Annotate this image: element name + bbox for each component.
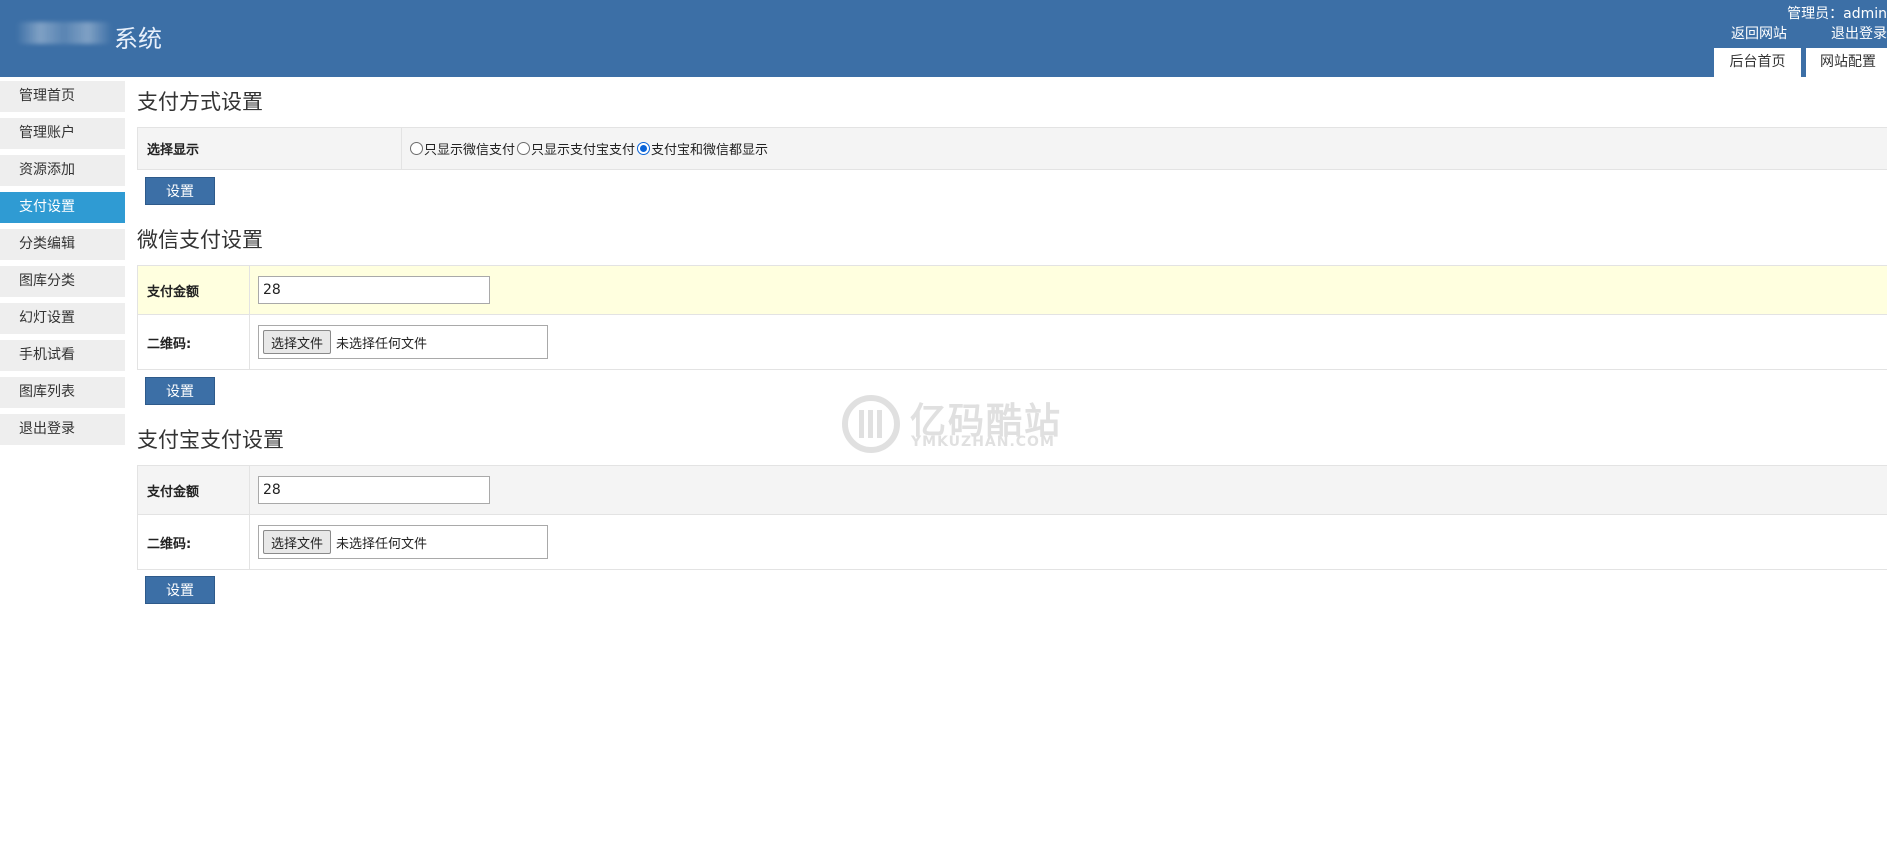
logout-link[interactable]: 退出登录 [1831, 23, 1887, 43]
watermark-logo: 亿码酷站 YMKUZHAN.COM [842, 392, 1060, 457]
wechat-amount-row: 支付金额 [137, 265, 1887, 315]
wechat-amount-input[interactable] [258, 276, 490, 304]
back-to-site-link[interactable]: 返回网站 [1731, 23, 1787, 43]
alipay-qr-cell: 选择文件 未选择任何文件 [250, 515, 1887, 569]
alipay-qr-file-input[interactable]: 选择文件 未选择任何文件 [258, 525, 548, 559]
alipay-qr-row: 二维码: 选择文件 未选择任何文件 [137, 514, 1887, 570]
wechat-qr-cell: 选择文件 未选择任何文件 [250, 315, 1887, 369]
watermark-domain: YMKUZHAN.COM [911, 434, 1055, 450]
radio-wechat-only-dot[interactable] [410, 142, 423, 155]
top-header: 系统 管理员：admin 返回网站 退出登录 后台首页 网站配置 [0, 0, 1887, 77]
wechat-file-status: 未选择任何文件 [336, 336, 428, 352]
payment-method-submit-button[interactable]: 设置 [145, 177, 215, 205]
watermark-emblem-icon [842, 395, 900, 453]
sidebar-item-admin-home[interactable]: 管理首页 [0, 81, 125, 112]
radio-alipay-only-label: 只显示支付宝支付 [531, 143, 636, 158]
wechat-qr-label: 二维码: [138, 315, 250, 369]
alipay-amount-input[interactable] [258, 476, 490, 504]
sidebar-item-gallery-list[interactable]: 图库列表 [0, 377, 125, 408]
alipay-qr-label: 二维码: [138, 515, 250, 569]
radio-both-dot[interactable] [637, 142, 651, 155]
radio-wechat-only-label: 只显示微信支付 [424, 143, 516, 158]
wechat-submit-button[interactable]: 设置 [145, 377, 215, 405]
payment-method-row: 选择显示 只显示微信支付 只显示支付宝支付 支付宝和微信都显示 [137, 127, 1887, 170]
radio-wechat-only[interactable]: 只显示微信支付 [410, 139, 515, 158]
wechat-qr-file-input[interactable]: 选择文件 未选择任何文件 [258, 325, 548, 359]
payment-method-title: 支付方式设置 [137, 90, 263, 114]
tab-admin-home[interactable]: 后台首页 [1714, 48, 1801, 77]
alipay-amount-row: 支付金额 [137, 465, 1887, 515]
sidebar-item-logout[interactable]: 退出登录 [0, 414, 125, 445]
header-links: 返回网站 退出登录 [1731, 23, 1887, 43]
radio-alipay-only-dot[interactable] [517, 142, 531, 155]
radio-alipay-only[interactable]: 只显示支付宝支付 [517, 139, 635, 158]
sidebar-item-category-edit[interactable]: 分类编辑 [0, 229, 125, 260]
wechat-amount-label: 支付金额 [138, 266, 250, 314]
logo-image [16, 22, 112, 44]
tab-site-config[interactable]: 网站配置 [1806, 48, 1887, 77]
sidebar-item-add-resource[interactable]: 资源添加 [0, 155, 125, 186]
payment-radio-group: 只显示微信支付 只显示支付宝支付 支付宝和微信都显示 [410, 139, 770, 158]
radio-both[interactable]: 支付宝和微信都显示 [637, 139, 768, 158]
sidebar: 管理首页 管理账户 资源添加 支付设置 分类编辑 图库分类 幻灯设置 手机试看 … [0, 81, 125, 451]
payment-method-label: 选择显示 [138, 128, 402, 169]
sidebar-item-slideshow[interactable]: 幻灯设置 [0, 303, 125, 334]
alipay-file-status: 未选择任何文件 [336, 536, 428, 552]
admin-user-label: 管理员：admin [1787, 6, 1887, 22]
sidebar-item-mobile-preview[interactable]: 手机试看 [0, 340, 125, 371]
system-title: 系统 [114, 25, 162, 53]
wechat-settings-title: 微信支付设置 [137, 228, 263, 252]
sidebar-item-accounts[interactable]: 管理账户 [0, 118, 125, 149]
header-tabs: 后台首页 网站配置 [1709, 48, 1887, 77]
alipay-amount-cell [250, 466, 1887, 514]
radio-both-label: 支付宝和微信都显示 [651, 143, 769, 158]
alipay-submit-button[interactable]: 设置 [145, 576, 215, 604]
sidebar-item-payment-settings[interactable]: 支付设置 [0, 192, 125, 223]
alipay-choose-file-button[interactable]: 选择文件 [263, 530, 332, 554]
wechat-amount-cell [250, 266, 1887, 314]
wechat-qr-row: 二维码: 选择文件 未选择任何文件 [137, 314, 1887, 370]
sidebar-item-gallery-category[interactable]: 图库分类 [0, 266, 125, 297]
wechat-choose-file-button[interactable]: 选择文件 [263, 330, 332, 354]
alipay-amount-label: 支付金额 [138, 466, 250, 514]
alipay-settings-title: 支付宝支付设置 [137, 428, 284, 452]
payment-method-options: 只显示微信支付 只显示支付宝支付 支付宝和微信都显示 [402, 128, 1887, 169]
